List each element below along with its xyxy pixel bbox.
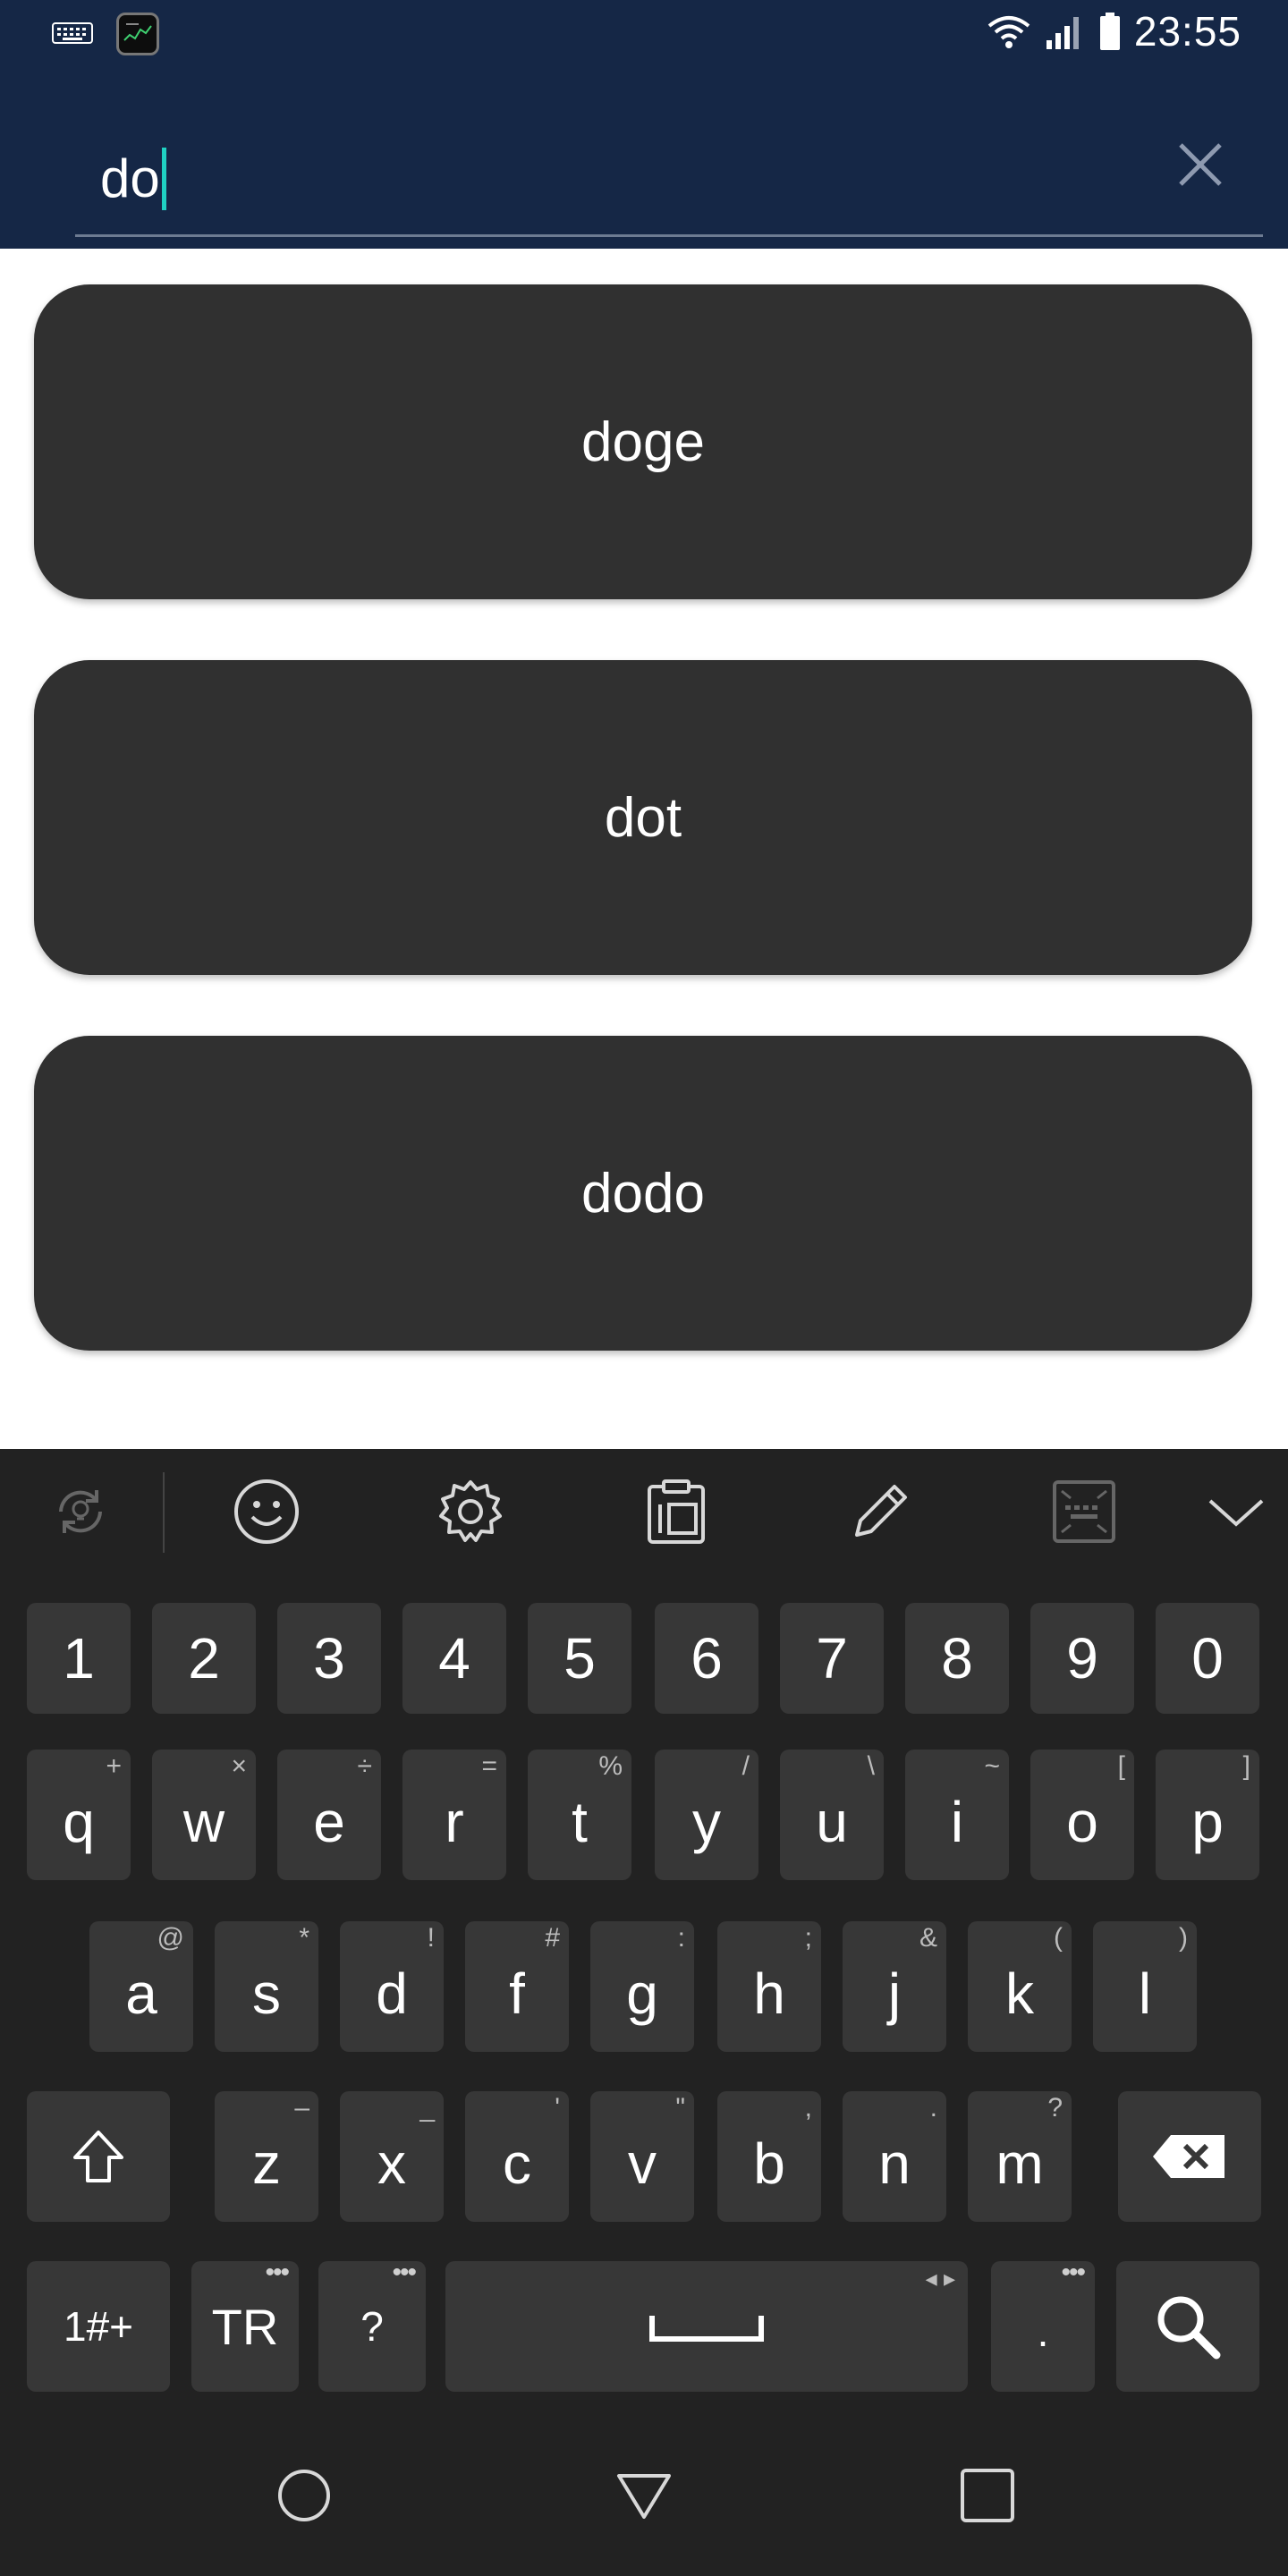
search-icon [1157,2296,1221,2360]
key-d[interactable]: ! d [340,1921,444,2052]
symbols-key[interactable]: 1#+ [27,2261,170,2392]
key-c[interactable]: ' c [465,2091,569,2222]
emoji-button[interactable] [231,1476,302,1547]
shift-key[interactable] [27,2091,170,2222]
shift-icon [73,2131,123,2182]
key-e[interactable]: ÷ e [277,1750,381,1880]
key-b[interactable]: ,b [717,2091,821,2222]
period-key[interactable]: •••. [991,2258,1095,2392]
backspace-key[interactable] [1118,2091,1261,2222]
key-4[interactable]: 4 [402,1603,506,1714]
key-l[interactable]: ) l [1093,1921,1197,2052]
key-5[interactable]: 5 [528,1603,631,1714]
sync-icon [59,1490,102,1533]
key-k[interactable]: (k [968,1921,1072,2052]
backspace-icon [1153,2135,1224,2178]
key-p[interactable]: ] p [1156,1750,1259,1880]
space-icon [649,2316,764,2342]
key-h[interactable]: ; h [717,1921,821,2052]
key-m[interactable]: ? m [968,2091,1072,2222]
key-t[interactable]: % t [528,1750,631,1880]
status-bar: 23:55 [0,0,1288,75]
resize-icon [1053,1480,1115,1543]
resize-keyboard-button[interactable] [1048,1476,1120,1547]
back-triangle-icon [617,2474,671,2519]
search-underline [75,234,1263,237]
status-time: 23:55 [1133,8,1241,55]
recents-square-icon [961,2469,1014,2522]
key-w[interactable]: × w [152,1750,256,1880]
back-button[interactable] [606,2458,682,2533]
app-notification-icon [116,13,159,55]
result-item-label: dot [604,786,682,849]
search-results: doge dot dodo [34,284,1254,1411]
text-cursor [161,148,166,210]
key-3[interactable]: 3 [277,1603,381,1714]
toolbar-divider [163,1472,165,1553]
cursor-arrows: ◂ ▸ [925,2265,955,2292]
key-6[interactable]: 6 [655,1603,758,1714]
key-9[interactable]: 9 [1030,1603,1134,1714]
more-dots: ••• [265,2258,289,2287]
settings-icon [439,1480,502,1542]
key-n[interactable]: .n [843,2091,946,2222]
key-x[interactable]: _ x [340,2091,444,2222]
app-header: 23:55 do [0,0,1288,249]
space-key[interactable]: ◂ ▸ [445,2261,968,2392]
more-dots: ••• [1061,2258,1085,2287]
settings-button[interactable] [435,1476,506,1547]
key-s[interactable]: * s [215,1921,318,2052]
result-item[interactable]: dodo [34,1036,1252,1351]
chevron-down-icon [1208,1499,1264,1527]
key-7[interactable]: 7 [780,1603,884,1714]
system-navigation-bar [0,2415,1288,2576]
sync-button[interactable] [45,1476,116,1547]
key-u[interactable]: \ u [780,1750,884,1880]
result-item-label: doge [581,411,705,473]
key-i[interactable]: ~ i [905,1750,1009,1880]
key-g[interactable]: :g [590,1921,694,2052]
hide-keyboard-button[interactable] [1200,1476,1272,1547]
language-key[interactable]: ••• TR [191,2258,299,2392]
keyboard-icon [52,22,93,44]
key-0[interactable]: 0 [1156,1603,1259,1714]
key-v[interactable]: " v [590,2091,694,2222]
recents-button[interactable] [950,2458,1025,2533]
result-item-label: dodo [581,1162,705,1224]
key-r[interactable]: = r [402,1750,506,1880]
key-8[interactable]: 8 [905,1603,1009,1714]
key-a[interactable]: @ a [89,1921,193,2052]
clipboard-button[interactable] [640,1476,712,1547]
result-item[interactable]: dot [34,660,1252,975]
handwriting-button[interactable] [844,1476,916,1547]
battery-icon [1099,13,1120,50]
home-circle-icon [278,2470,330,2521]
key-o[interactable]: [o [1030,1750,1134,1880]
search-input[interactable]: do [100,136,1129,222]
close-icon [1179,143,1222,186]
on-screen-keyboard: 1 2 3 4 5 6 7 8 9 0 + q × w ÷ e = r % t / y \ u… [0,1449,1288,2415]
wifi-icon [987,16,1030,48]
more-dots: ••• [392,2258,416,2287]
clipboard-icon [648,1479,705,1544]
search-input-value: do [100,148,160,208]
key-1[interactable]: 1 [27,1603,131,1714]
cellular-signal-icon [1046,17,1079,49]
clear-search-button[interactable] [1170,134,1231,195]
question-key[interactable]: •••? [318,2258,426,2392]
home-button[interactable] [267,2458,342,2533]
pen-icon [855,1485,907,1537]
emoji-icon [234,1479,299,1544]
search-key[interactable] [1116,2261,1259,2392]
search-bar: do [0,107,1288,242]
result-item[interactable]: doge [34,284,1252,599]
key-f[interactable]: # f [465,1921,569,2052]
key-2[interactable]: 2 [152,1603,256,1714]
key-z[interactable]: – z [215,2091,318,2222]
key-q[interactable]: + q [27,1750,131,1880]
key-y[interactable]: / y [655,1750,758,1880]
key-j[interactable]: & j [843,1921,946,2052]
keyboard-toolbar [0,1449,1288,1574]
